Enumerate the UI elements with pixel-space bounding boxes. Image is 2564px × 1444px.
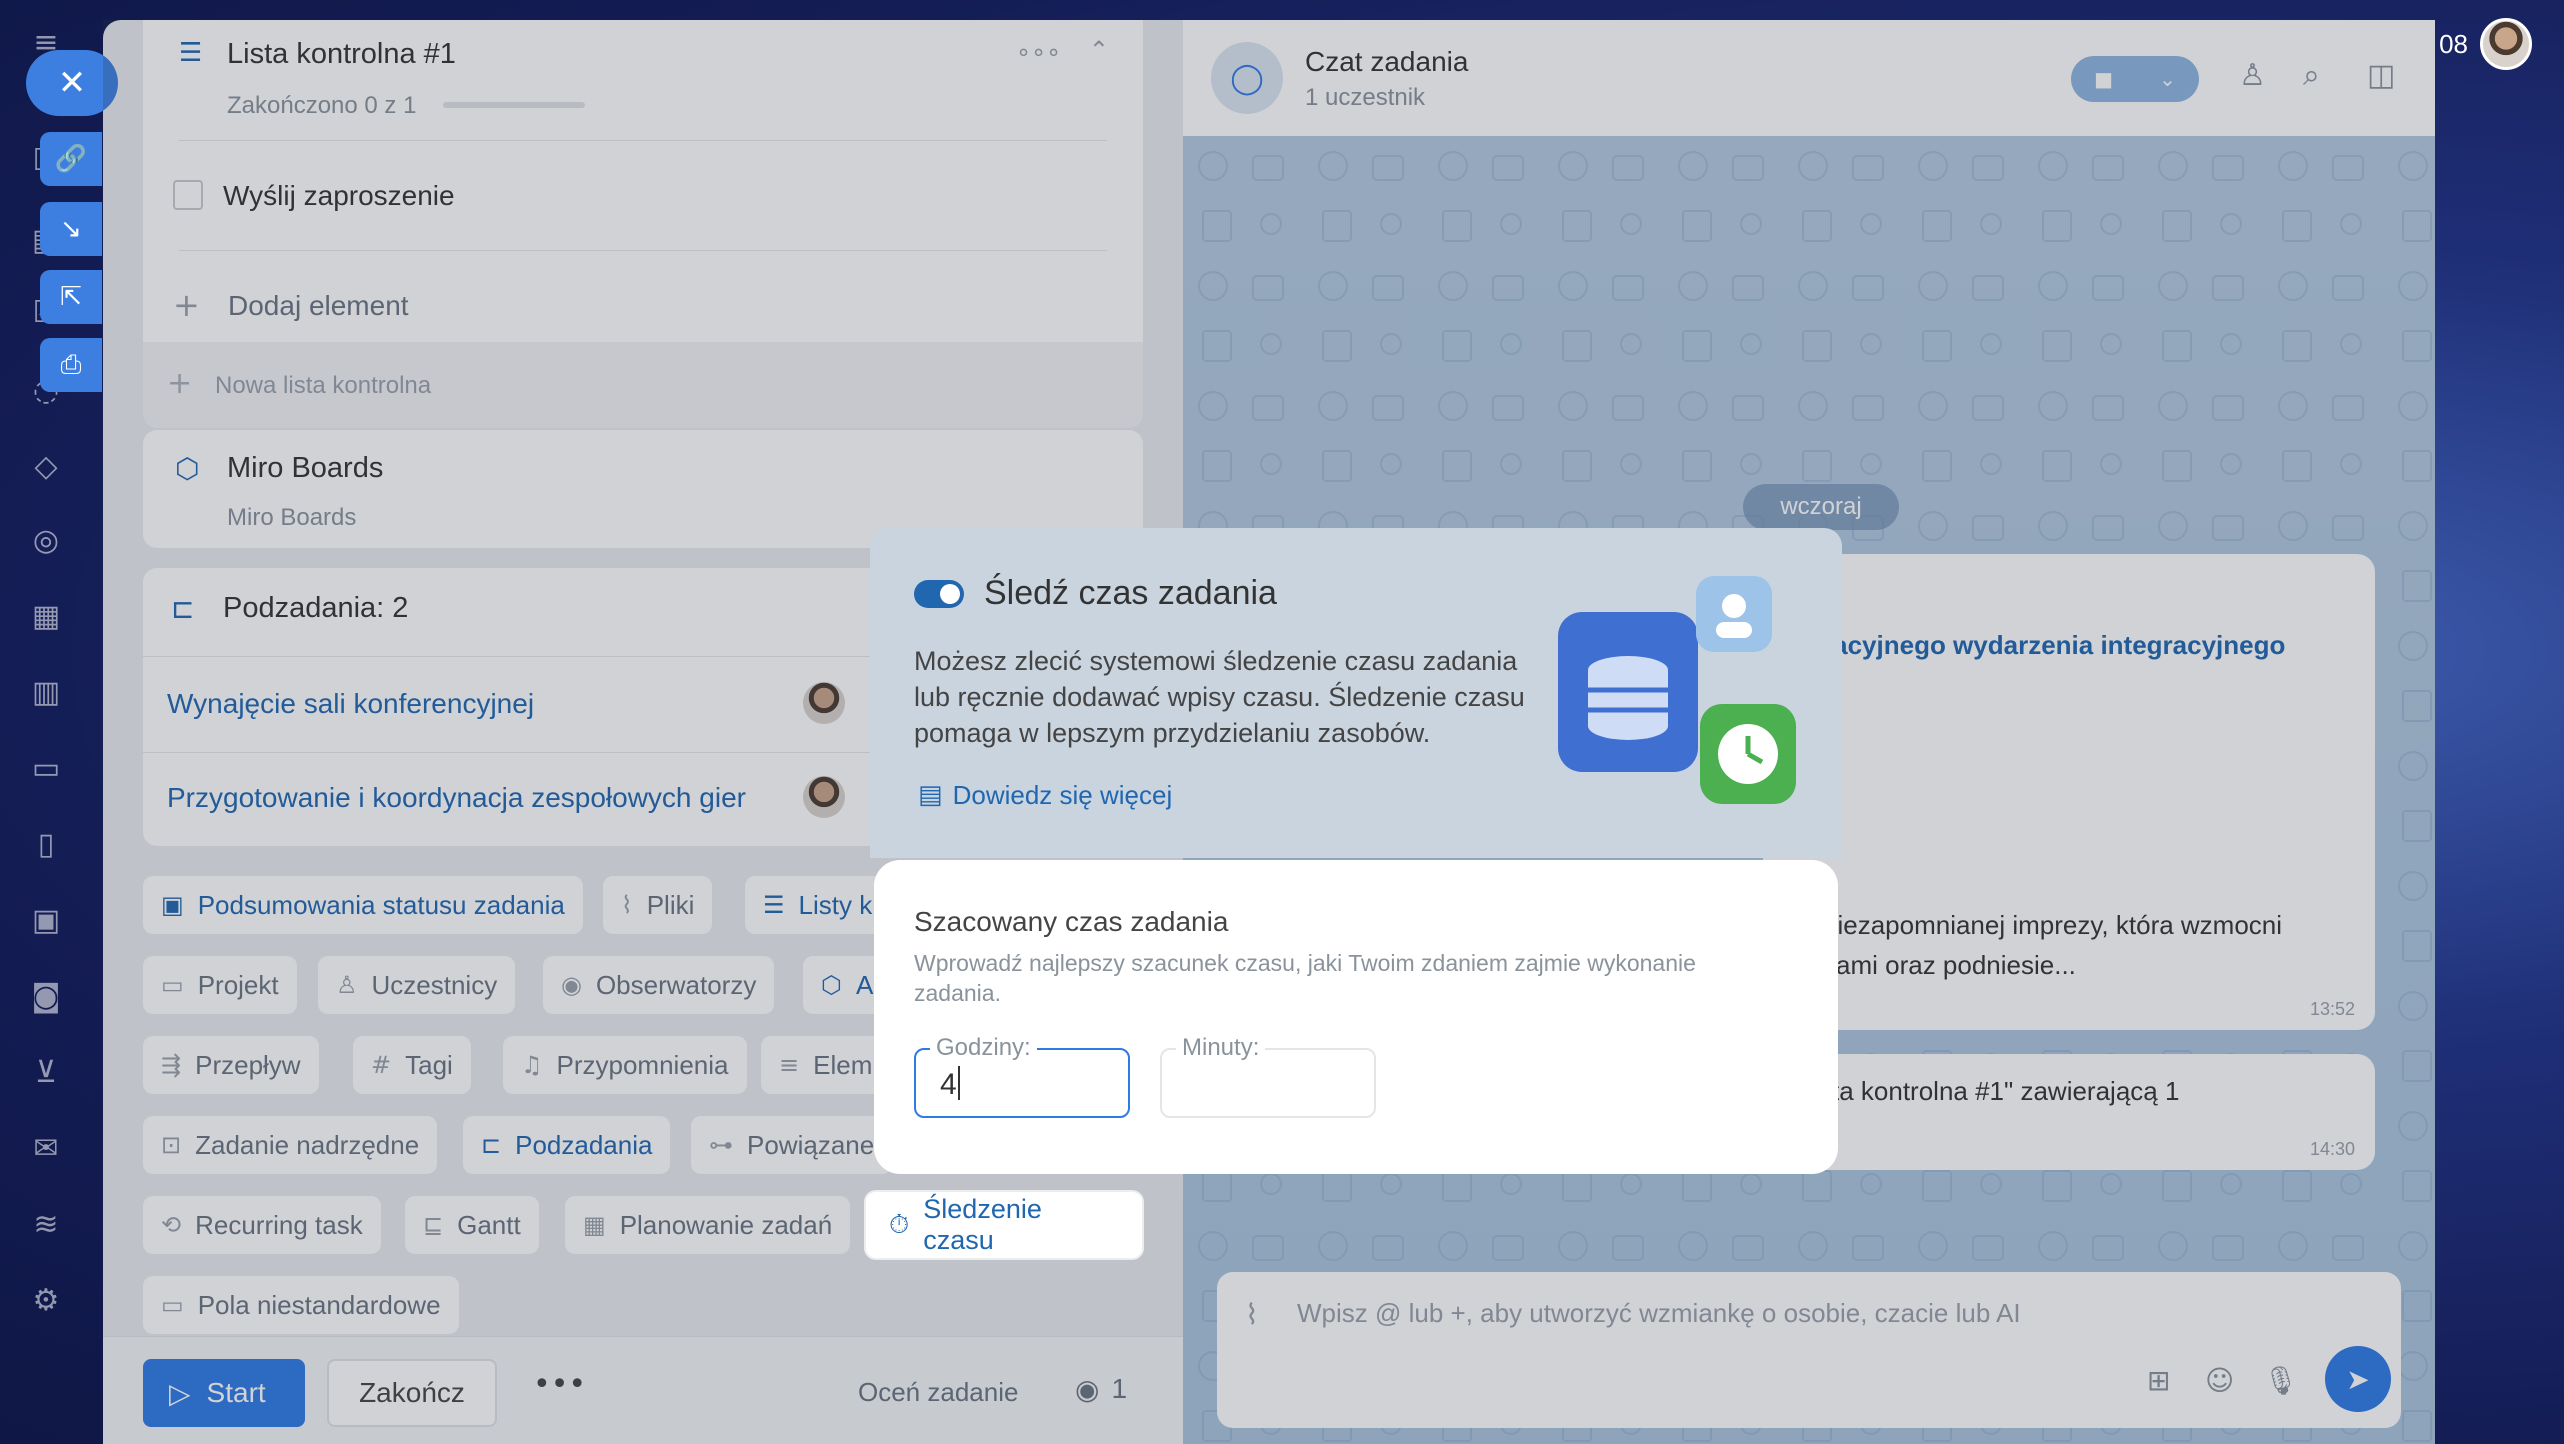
- estimate-time-popup: Szacowany czas zadania Wprowadź najlepsz…: [874, 860, 1838, 1174]
- open-new-window-button[interactable]: ⇱: [40, 270, 102, 324]
- hours-input[interactable]: 4: [940, 1068, 957, 1102]
- popup-title: Śledź czas zadania: [984, 574, 1277, 612]
- minutes-label: Minuty:: [1176, 1034, 1266, 1062]
- learn-more-link[interactable]: ▤ Dowiedz się więcej: [918, 780, 1172, 811]
- time-tracking-info-panel: Śledź czas zadania Możesz zlecić systemo…: [870, 528, 1842, 858]
- time-tracking-illustration: [1558, 576, 1796, 804]
- calendar-icon[interactable]: ▦: [26, 596, 66, 636]
- library-icon[interactable]: ▥: [26, 672, 66, 712]
- close-icon: ✕: [57, 63, 87, 103]
- settings-icon[interactable]: ⚙: [26, 1280, 66, 1320]
- target-icon[interactable]: ◎: [26, 520, 66, 560]
- crm-icon[interactable]: ◇: [26, 446, 66, 486]
- minimize-button[interactable]: ↘: [40, 202, 102, 256]
- filter-icon[interactable]: ≋: [26, 1204, 66, 1244]
- presentation-icon[interactable]: ▣: [26, 900, 66, 940]
- estimate-title: Szacowany czas zadania: [914, 906, 1229, 937]
- text-cursor: [958, 1066, 960, 1100]
- estimate-description-line: Wprowadź najlepszy szacunek czasu, jaki …: [914, 950, 1696, 976]
- print-button[interactable]: ⎙: [40, 338, 102, 392]
- file-icon[interactable]: ▯: [26, 824, 66, 864]
- minutes-field[interactable]: Minuty:: [1160, 1034, 1376, 1118]
- mail-icon[interactable]: ✉: [26, 1128, 66, 1168]
- hours-field[interactable]: Godziny: 4: [914, 1034, 1130, 1118]
- estimate-description-line: zadania.: [914, 980, 1001, 1006]
- time-tracking-toggle[interactable]: [914, 580, 964, 608]
- chip-time-tracking[interactable]: ⏱ Śledzenie czasu: [866, 1192, 1142, 1258]
- hours-label: Godziny:: [930, 1034, 1037, 1062]
- minimize-icon: ↘: [60, 214, 82, 244]
- popup-description-line: Możesz zlecić systemowi śledzenie czasu …: [914, 646, 1518, 676]
- topbar-counter: 08: [2439, 28, 2468, 59]
- printer-icon: ⎙: [60, 349, 82, 380]
- stopwatch-icon: ⏱: [889, 1209, 910, 1240]
- contacts-icon[interactable]: ◙: [26, 976, 66, 1016]
- popup-description-line: pomaga w lepszym przydzielaniu zasobów.: [914, 718, 1431, 748]
- card-icon[interactable]: ▭: [26, 748, 66, 788]
- popup-description-line: lub ręcznie dodawać wpisy czasu. Śledzen…: [914, 682, 1525, 712]
- user-avatar[interactable]: [2480, 18, 2532, 70]
- document-icon: ▤: [918, 780, 943, 810]
- copy-link-button[interactable]: 🔗: [40, 132, 102, 186]
- link-icon: 🔗: [54, 144, 88, 174]
- external-link-icon: ⇱: [60, 282, 82, 312]
- cart-icon[interactable]: ⊻: [26, 1052, 66, 1092]
